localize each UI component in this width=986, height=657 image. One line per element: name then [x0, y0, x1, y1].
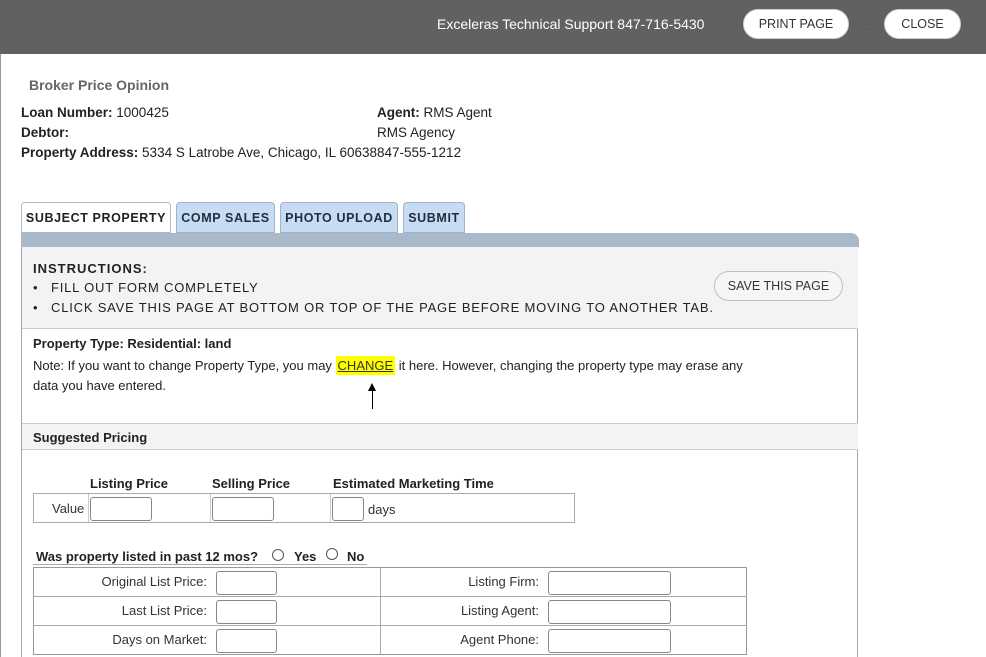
property-address-value: 5334 S Latrobe Ave, Chicago, IL 60638	[142, 145, 377, 160]
question-underline	[33, 564, 367, 565]
debtor-label: Debtor:	[21, 125, 69, 140]
grip-icon: ::	[866, 19, 875, 33]
listing-agent-label: Listing Agent:	[460, 603, 539, 618]
save-this-page-button[interactable]: SAVE THIS PAGE	[714, 271, 843, 301]
days-label: days	[368, 502, 396, 517]
tab-comp-sales[interactable]: COMP SALES	[176, 202, 275, 233]
days-on-market-input[interactable]	[216, 629, 277, 653]
agent-phone-input[interactable]	[548, 629, 671, 653]
tab-bar-band	[21, 233, 859, 247]
marketing-time-input[interactable]	[332, 497, 364, 521]
listing-firm-label: Listing Firm:	[468, 574, 539, 589]
suggested-pricing-header: Suggested Pricing	[22, 423, 858, 450]
listed-yes-label: Yes	[294, 549, 317, 564]
marketing-time-header: Estimated Marketing Time	[333, 476, 494, 491]
selling-price-input[interactable]	[212, 497, 274, 521]
instruction-item: • CLICK SAVE THIS PAGE AT BOTTOM OR TOP O…	[33, 300, 714, 315]
top-bar: Exceleras Technical Support 847-716-5430…	[0, 0, 986, 54]
loan-number-value: 1000425	[116, 105, 169, 120]
property-type: Property Type: Residential: land	[33, 336, 232, 351]
original-list-price-label: Original List Price:	[101, 574, 207, 589]
listing-firm-input[interactable]	[548, 571, 671, 595]
property-type-note: Note: If you want to change Property Typ…	[33, 356, 743, 396]
tab-photo-upload[interactable]: PHOTO UPLOAD	[280, 202, 398, 233]
tab-submit[interactable]: SUBMIT	[403, 202, 465, 233]
instruction-text: CLICK SAVE THIS PAGE AT BOTTOM OR TOP OF…	[51, 300, 714, 315]
suggested-pricing-title: Suggested Pricing	[33, 430, 148, 445]
listed-question: Was property listed in past 12 mos?	[36, 549, 258, 564]
note-text: Note: If you want to change Property Typ…	[33, 358, 336, 373]
divider	[210, 494, 211, 522]
divider	[330, 494, 331, 522]
change-property-type-link[interactable]: CHANGE	[335, 356, 396, 375]
pricing-table: Value days	[33, 493, 575, 523]
row-divider	[34, 596, 746, 597]
instructions-box: INSTRUCTIONS: • FILL OUT FORM COMPLETELY …	[22, 247, 858, 329]
print-page-button[interactable]: PRINT PAGE	[743, 9, 849, 39]
agent-phone-label: Agent Phone:	[460, 632, 539, 647]
bullet-icon: •	[33, 300, 39, 315]
instruction-item: • FILL OUT FORM COMPLETELY	[33, 280, 259, 295]
days-on-market-label: Days on Market:	[112, 632, 207, 647]
loan-number-label: Loan Number:	[21, 105, 113, 120]
listing-price-header: Listing Price	[90, 476, 169, 491]
agent-value: RMS Agent	[423, 105, 492, 120]
property-address-row: Property Address: 5334 S Latrobe Ave, Ch…	[21, 145, 377, 160]
divider	[88, 494, 89, 522]
page-title: Broker Price Opinion	[29, 77, 170, 93]
close-button[interactable]: CLOSE	[884, 9, 961, 39]
agent-phone-value: 847-555-1212	[377, 145, 462, 160]
listed-no-radio[interactable]	[326, 548, 338, 560]
page-left-border	[0, 54, 1, 657]
tab-subject-property[interactable]: SUBJECT PROPERTY	[21, 202, 171, 233]
listed-question-text: Was property listed in past 12 mos?	[36, 549, 259, 564]
listed-yes-radio[interactable]	[272, 549, 284, 561]
row-divider	[34, 625, 746, 626]
agent-row: Agent: RMS Agent	[377, 105, 492, 120]
value-row-label: Value	[52, 501, 85, 516]
instruction-text: FILL OUT FORM COMPLETELY	[51, 280, 259, 295]
listing-history-table: Original List Price: Last List Price: Da…	[33, 567, 747, 655]
agency-value: RMS Agency	[377, 125, 456, 140]
listing-agent-input[interactable]	[548, 600, 671, 624]
support-text: Exceleras Technical Support 847-716-5430	[437, 16, 705, 32]
debtor-row: Debtor:	[21, 125, 69, 140]
listing-price-input[interactable]	[90, 497, 152, 521]
loan-number-row: Loan Number: 1000425	[21, 105, 169, 120]
arrow-shaft	[372, 388, 373, 409]
last-list-price-label: Last List Price:	[121, 603, 207, 618]
agent-label: Agent:	[377, 105, 420, 120]
selling-price-header: Selling Price	[212, 476, 291, 491]
last-list-price-input[interactable]	[216, 600, 277, 624]
property-address-label: Property Address:	[21, 145, 139, 160]
listed-no-label: No	[347, 549, 365, 564]
bullet-icon: •	[33, 280, 39, 295]
instructions-title: INSTRUCTIONS:	[33, 261, 148, 276]
original-list-price-input[interactable]	[216, 571, 277, 595]
